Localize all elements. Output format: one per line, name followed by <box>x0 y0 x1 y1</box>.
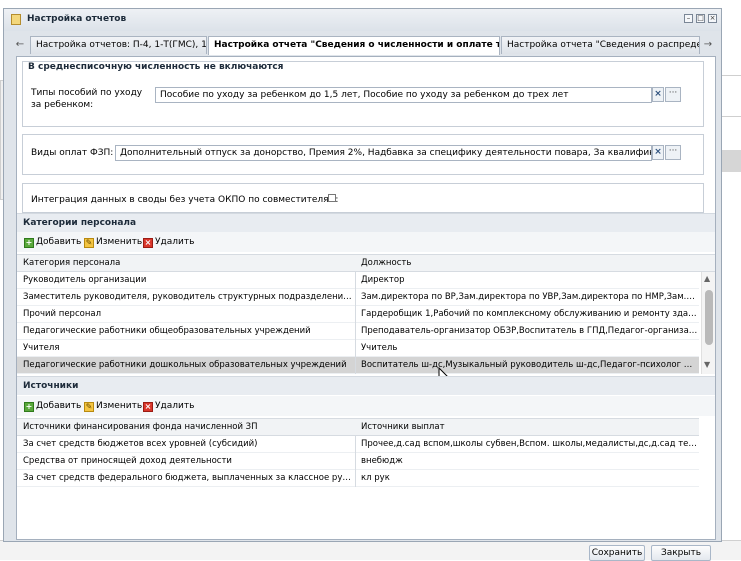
cell-category: Учителя <box>23 343 60 353</box>
fieldset-fzp: Виды оплат ФЗП: Дополнительный отпуск за… <box>22 134 704 175</box>
personnel-grid-body: Руководитель организации Директор Замест… <box>17 272 699 375</box>
cell-funding-source: За счет средств федерального бюджета, вы… <box>23 473 355 483</box>
sources-section-header: Источники <box>17 376 715 395</box>
fzp-label: Виды оплат ФЗП: <box>31 148 114 158</box>
column-header[interactable]: Категория персонала <box>17 255 355 272</box>
clear-icon[interactable]: × <box>652 145 664 160</box>
column-header[interactable]: Источники выплат <box>355 419 699 436</box>
integration-label: Интеграция данных в своды без учета ОКПО… <box>31 195 339 205</box>
add-icon: + <box>24 402 34 412</box>
column-header[interactable]: Источники финансирования фонда начисленн… <box>17 419 355 436</box>
column-divider <box>355 272 356 374</box>
close-icon[interactable]: × <box>708 14 717 23</box>
edit-icon: ✎ <box>84 238 94 248</box>
cell-category: Прочий персонал <box>23 309 102 319</box>
table-row[interactable]: Педагогические работники общеобразовател… <box>17 323 699 340</box>
table-row[interactable]: Учителя Учитель <box>17 340 699 357</box>
cell-position: Директор <box>361 275 405 285</box>
fieldset-legend: В среднесписочную численность не включаю… <box>28 62 284 72</box>
dialog-titlebar[interactable]: Настройка отчетов – □ × <box>4 9 721 31</box>
delete-icon: × <box>143 238 153 248</box>
cell-category: Педагогические работники дошкольных обра… <box>23 360 347 370</box>
select-dots-icon[interactable]: ··· <box>665 87 681 102</box>
column-header[interactable]: Должность <box>355 255 695 272</box>
sources-add-button[interactable]: + Добавить <box>24 399 81 413</box>
tab-scroll-left-icon[interactable]: ← <box>13 37 27 53</box>
cell-funding-source: За счет средств бюджетов всех уровней (с… <box>23 439 258 449</box>
table-row[interactable]: За счет средств бюджетов всех уровней (с… <box>17 436 699 453</box>
add-label: Добавить <box>36 237 82 247</box>
table-row[interactable]: Средства от приносящей доход деятельност… <box>17 453 699 470</box>
tab-staff-pay[interactable]: Настройка отчета "Сведения о численности… <box>208 36 500 55</box>
sources-toolbar: + Добавить ✎ Изменить × Удалить <box>17 396 715 416</box>
benefit-types-label: Типы пособий по уходу за ребенком: <box>31 88 143 110</box>
sources-delete-button[interactable]: × Удалить <box>143 399 194 413</box>
integration-checkbox[interactable] <box>328 194 336 202</box>
cell-payment-source: кл рук <box>361 473 390 483</box>
maximize-icon[interactable]: □ <box>696 14 705 23</box>
cell-payment-source: Прочее,д.сад вспом,школы субвен,Вспом. ш… <box>361 439 699 449</box>
select-dots-icon[interactable]: ··· <box>665 145 681 160</box>
cell-funding-source: Средства от приносящей доход деятельност… <box>23 456 232 466</box>
add-icon: + <box>24 238 34 248</box>
cell-category: Заместитель руководителя, руководитель с… <box>23 292 355 302</box>
edit-icon: ✎ <box>84 402 94 412</box>
tab-distribution[interactable]: Настройка отчета "Сведения о распределен… <box>501 36 700 54</box>
report-icon <box>11 14 21 25</box>
tab-p4-1t[interactable]: Настройка отчетов: П-4, 1-Т(ГМС), 1-Т <box>30 36 207 54</box>
cell-payment-source: внебюдж <box>361 456 403 466</box>
table-row-selected[interactable]: Педагогические работники дошкольных обра… <box>17 357 699 374</box>
table-row[interactable]: За счет средств федерального бюджета, вы… <box>17 470 699 487</box>
edit-label: Изменить <box>96 237 143 247</box>
personnel-scrollbar[interactable]: ▲ ▼ <box>701 272 715 374</box>
personnel-grid-header: Категория персонала Должность <box>17 254 715 272</box>
fieldset-average-headcount: В среднесписочную численность не включаю… <box>22 61 704 127</box>
scroll-down-icon[interactable]: ▼ <box>704 360 710 369</box>
sources-edit-button[interactable]: ✎ Изменить <box>84 399 142 413</box>
table-row[interactable]: Прочий персонал Гардеробщик 1,Рабочий по… <box>17 306 699 323</box>
sources-grid-body: За счет средств бюджетов всех уровней (с… <box>17 436 699 488</box>
personnel-delete-button[interactable]: × Удалить <box>143 235 194 249</box>
edit-label: Изменить <box>96 401 143 411</box>
tab-content: В среднесписочную численность не включаю… <box>16 56 716 540</box>
delete-label: Удалить <box>155 237 195 247</box>
cell-position: Зам.директора по ВР,Зам.директора по УВР… <box>361 292 699 302</box>
fieldset-integration: Интеграция данных в своды без учета ОКПО… <box>22 183 704 213</box>
cell-position: Учитель <box>361 343 398 353</box>
delete-icon: × <box>143 402 153 412</box>
table-row[interactable]: Заместитель руководителя, руководитель с… <box>17 289 699 306</box>
personnel-edit-button[interactable]: ✎ Изменить <box>84 235 142 249</box>
cell-category: Педагогические работники общеобразовател… <box>23 326 311 336</box>
scroll-thumb[interactable] <box>705 290 713 345</box>
personnel-toolbar: + Добавить ✎ Изменить × Удалить <box>17 232 715 252</box>
table-row[interactable]: Руководитель организации Директор <box>17 272 699 289</box>
clear-icon[interactable]: × <box>652 87 664 102</box>
cell-position: Гардеробщик 1,Рабочий по комплексному об… <box>361 309 699 319</box>
fzp-field[interactable]: Дополнительный отпуск за донорство, Прем… <box>115 145 652 161</box>
personnel-section-header: Категории персонала <box>17 213 715 232</box>
cell-position: Преподаватель-организатор ОБЗР,Воспитате… <box>361 326 699 336</box>
report-settings-dialog: Настройка отчетов – □ × ← Настройка отче… <box>3 8 722 542</box>
tab-scroll-right-icon[interactable]: → <box>701 37 715 53</box>
dialog-title: Настройка отчетов <box>27 14 127 24</box>
personnel-add-button[interactable]: + Добавить <box>24 235 81 249</box>
benefit-types-field[interactable]: Пособие по уходу за ребенком до 1,5 лет,… <box>155 87 652 103</box>
sources-grid-header: Источники финансирования фонда начисленн… <box>17 418 699 436</box>
delete-label: Удалить <box>155 401 195 411</box>
cell-position: Воспитатель ш-дс,Музыкальный руководител… <box>361 360 699 370</box>
minimize-icon[interactable]: – <box>684 14 693 23</box>
scroll-up-icon[interactable]: ▲ <box>704 274 710 283</box>
cell-category: Руководитель организации <box>23 275 147 285</box>
add-label: Добавить <box>36 401 82 411</box>
column-divider <box>355 436 356 487</box>
